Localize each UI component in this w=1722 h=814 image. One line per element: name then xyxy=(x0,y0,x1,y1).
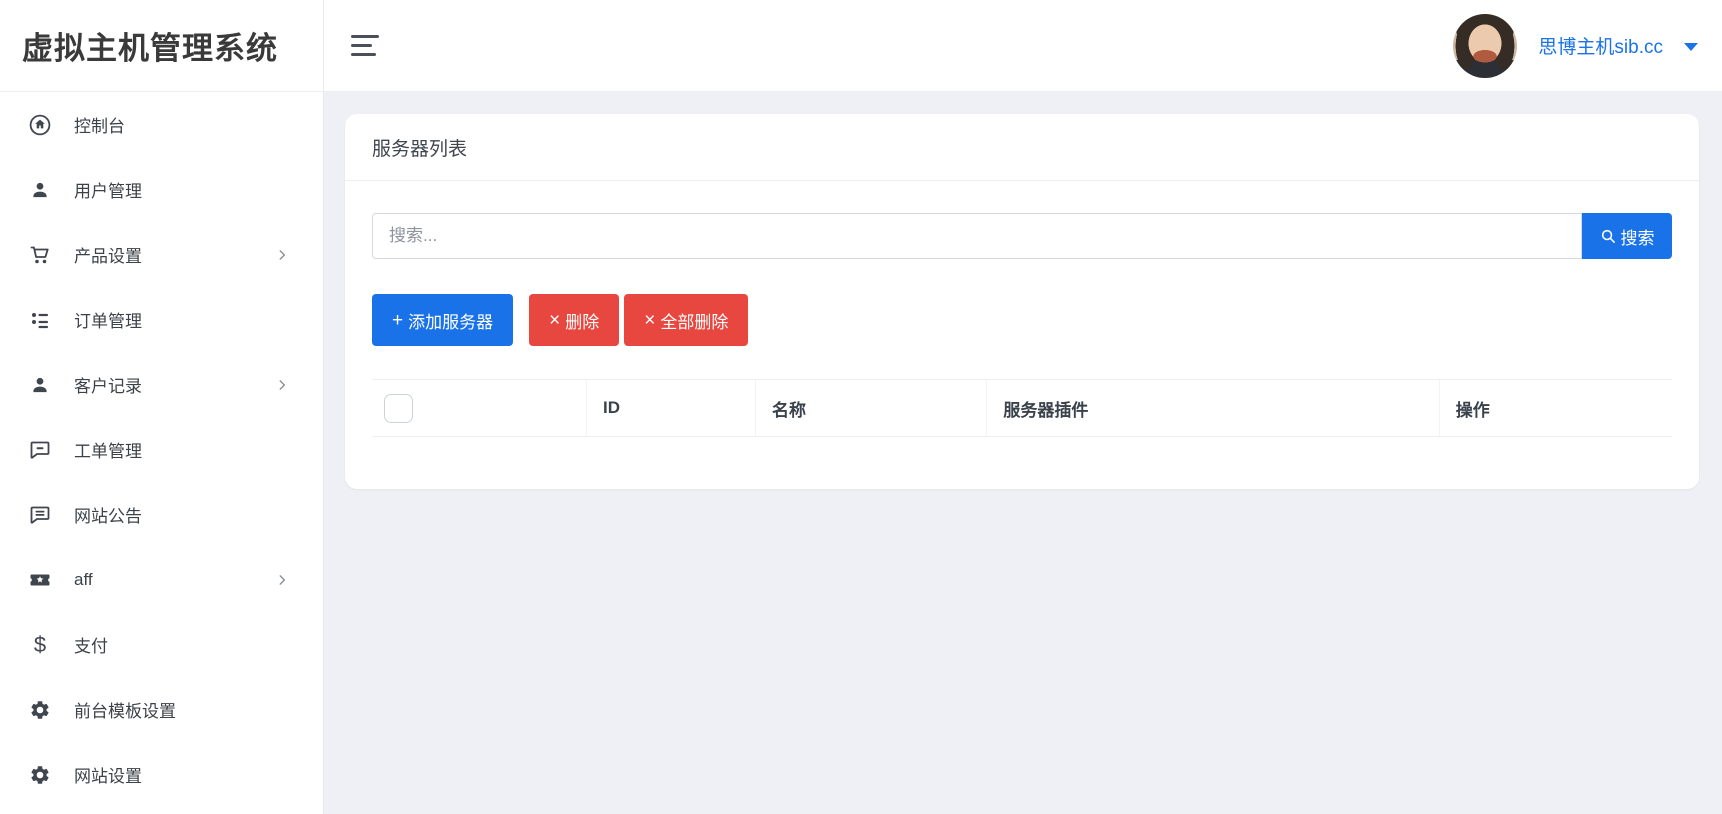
plus-icon: + xyxy=(392,311,403,330)
search-button[interactable]: 搜索 xyxy=(1582,213,1672,259)
search-bar: 搜索 xyxy=(372,213,1672,259)
chevron-right-icon xyxy=(275,573,289,587)
chat-bubble-minus-icon xyxy=(28,438,52,462)
column-header-operations: 操作 xyxy=(1439,380,1672,437)
sidebar-item-template-settings[interactable]: 前台模板设置 xyxy=(0,677,323,742)
select-all-checkbox[interactable] xyxy=(384,394,413,423)
page-title: 服务器列表 xyxy=(372,134,467,161)
sidebar-item-site-settings[interactable]: 网站设置 xyxy=(0,742,323,807)
close-icon: × xyxy=(644,311,655,330)
chevron-right-icon xyxy=(275,378,289,392)
sidebar-item-announcements[interactable]: 网站公告 xyxy=(0,482,323,547)
chat-bubble-lines-icon xyxy=(28,503,52,527)
sidebar: 控制台 用户管理 产品设置 订单管理 xyxy=(0,92,324,814)
column-header-id: ID xyxy=(587,380,756,437)
column-header-name: 名称 xyxy=(756,380,987,437)
column-header-plugin: 服务器插件 xyxy=(987,380,1439,437)
app-root: 虚拟主机管理系统 思博主机sib.cc 控制台 用户管理 xyxy=(0,0,1722,814)
avatar[interactable] xyxy=(1453,14,1517,78)
card-body: 搜索 + 添加服务器 × 删除 × 全部删除 xyxy=(345,181,1699,489)
sidebar-item-users[interactable]: 用户管理 xyxy=(0,157,323,222)
card-header: 服务器列表 xyxy=(345,114,1699,181)
sidebar-item-products[interactable]: 产品设置 xyxy=(0,222,323,287)
hamburger-icon xyxy=(351,35,379,38)
search-input[interactable] xyxy=(372,213,1582,259)
add-server-button[interactable]: + 添加服务器 xyxy=(372,294,513,346)
sidebar-item-payment[interactable]: $ 支付 xyxy=(0,612,323,677)
user-menu[interactable]: 思博主机sib.cc xyxy=(1453,14,1698,78)
sidebar-item-console[interactable]: 控制台 xyxy=(0,92,323,157)
main-content: 服务器列表 搜索 + 添加服务器 xyxy=(324,92,1722,814)
delete-all-button[interactable]: × 全部删除 xyxy=(624,294,748,346)
sidebar-item-orders[interactable]: 订单管理 xyxy=(0,287,323,352)
chevron-down-icon xyxy=(1684,43,1698,51)
server-table: ID 名称 服务器插件 操作 xyxy=(372,379,1672,437)
select-all-header xyxy=(372,380,587,437)
search-icon xyxy=(1600,228,1617,245)
user-icon xyxy=(28,373,52,397)
dollar-icon: $ xyxy=(28,633,52,657)
sidebar-item-aff[interactable]: aff xyxy=(0,547,323,612)
logo-area: 虚拟主机管理系统 xyxy=(0,0,324,92)
cart-icon xyxy=(28,243,52,267)
server-list-card: 服务器列表 搜索 + 添加服务器 xyxy=(345,114,1699,489)
sidebar-item-tickets[interactable]: 工单管理 xyxy=(0,417,323,482)
table-actions: + 添加服务器 × 删除 × 全部删除 xyxy=(372,294,1672,346)
sidebar-toggle-button[interactable] xyxy=(351,31,381,61)
order-list-icon xyxy=(28,308,52,332)
close-icon: × xyxy=(549,311,560,330)
table-header-row: ID 名称 服务器插件 操作 xyxy=(372,380,1672,437)
gear-icon xyxy=(28,698,52,722)
chevron-right-icon xyxy=(275,248,289,262)
delete-button[interactable]: × 删除 xyxy=(529,294,619,346)
user-name[interactable]: 思博主机sib.cc xyxy=(1538,32,1663,59)
home-circle-icon xyxy=(28,113,52,137)
user-icon xyxy=(28,178,52,202)
app-logo: 虚拟主机管理系统 xyxy=(22,23,278,68)
gear-icon xyxy=(28,763,52,787)
top-bar: 思博主机sib.cc xyxy=(324,0,1722,92)
ticket-star-icon xyxy=(28,568,52,592)
sidebar-item-customers[interactable]: 客户记录 xyxy=(0,352,323,417)
